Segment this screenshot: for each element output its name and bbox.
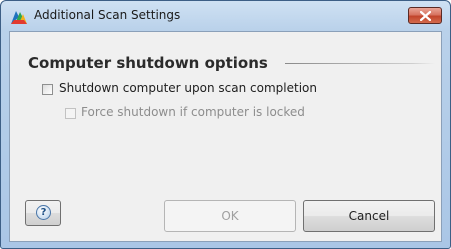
title-bar[interactable]: Additional Scan Settings bbox=[1, 1, 450, 31]
cancel-button[interactable]: Cancel bbox=[303, 200, 435, 232]
dialog-content: Computer shutdown options Shutdown compu… bbox=[9, 31, 442, 242]
close-icon bbox=[420, 11, 431, 21]
ok-button[interactable]: OK bbox=[164, 200, 296, 232]
close-button[interactable] bbox=[408, 7, 442, 24]
section-title: Computer shutdown options bbox=[28, 54, 268, 72]
section-divider bbox=[285, 63, 435, 64]
help-icon: ? bbox=[36, 205, 51, 220]
help-button[interactable]: ? bbox=[25, 200, 61, 226]
force-shutdown-checkbox[interactable] bbox=[65, 108, 76, 119]
force-shutdown-label[interactable]: Force shutdown if computer is locked bbox=[81, 105, 305, 119]
avg-logo-icon bbox=[11, 9, 27, 24]
shutdown-on-completion-checkbox[interactable] bbox=[42, 84, 53, 95]
dialog-window: Additional Scan Settings Computer shutdo… bbox=[0, 0, 451, 249]
shutdown-on-completion-label[interactable]: Shutdown computer upon scan completion bbox=[59, 81, 317, 95]
window-title: Additional Scan Settings bbox=[34, 8, 181, 22]
